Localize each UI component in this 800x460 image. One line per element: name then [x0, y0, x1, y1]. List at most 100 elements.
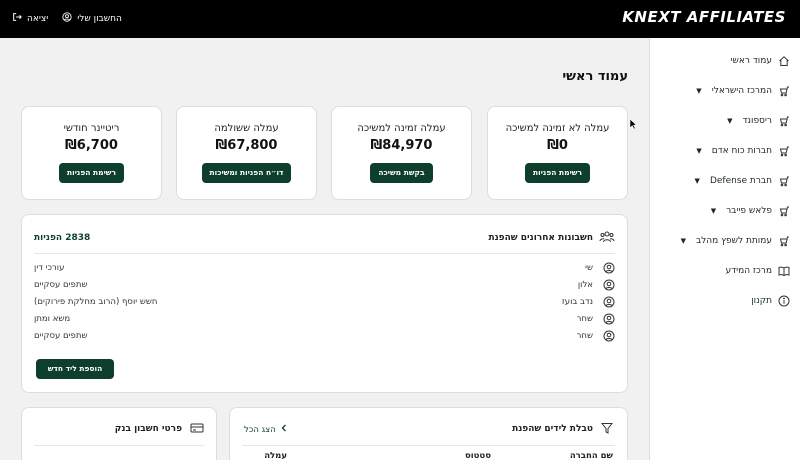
info-icon	[778, 295, 790, 307]
user-circle-icon	[62, 12, 72, 25]
stat-card-available: עמלה זמינה למשיכה ₪84,970 בקשת משיכה	[331, 106, 472, 200]
stat-card-unavailable: עמלה לא זמינה למשיכה ₪0 רשימת הפניות	[487, 106, 628, 200]
sidebar-item[interactable]: מרכז המידע	[650, 256, 800, 286]
stat-value: ₪0	[547, 138, 568, 153]
stat-label: עמלה ששולמה	[214, 123, 279, 134]
caret-down-icon: ▼	[727, 117, 733, 125]
account-row[interactable]: נדב בועז חשש יוסף (הרוב מחלקת פירוקים)	[34, 294, 615, 311]
leads-table-title: טבלת לידים שהפנת	[512, 424, 593, 434]
stat-card-paid: עמלה ששולמה ₪67,800 דו״ח הפניות ומשיכות	[176, 106, 317, 200]
home-icon	[778, 55, 790, 67]
referrals-list-button[interactable]: רשימת הפניות	[525, 163, 590, 183]
column-header-company: שם החברה	[569, 451, 613, 460]
user-circle-icon	[603, 330, 615, 342]
cart-icon	[778, 235, 790, 247]
cart-icon	[778, 205, 790, 217]
caret-down-icon: ▼	[680, 237, 686, 245]
bank-details-title: פרטי חשבון בנק	[114, 424, 182, 434]
my-account-link[interactable]: החשבון שלי	[62, 12, 122, 25]
sidebar-item-label: עמותת לשפץ מהלב	[695, 236, 772, 246]
credit-card-icon	[190, 422, 204, 434]
sidebar-item[interactable]: עמותת לשפץ מהלב ▼	[650, 226, 800, 256]
book-icon	[778, 265, 790, 277]
stat-value: ₪84,970	[370, 138, 433, 153]
account-firm: שתפים עסקיים	[34, 280, 88, 290]
user-circle-icon	[603, 262, 615, 274]
recent-accounts-card: חשבונות אחרונים שהפנת 2838 הפניות שי עורכ…	[21, 214, 628, 393]
report-button[interactable]: דו״ח הפניות ומשיכות	[201, 163, 292, 183]
stat-label: ריטיינר חודשי	[63, 123, 120, 134]
account-row[interactable]: שי עורכי דין	[34, 260, 615, 277]
user-circle-icon	[603, 313, 615, 325]
sidebar-item[interactable]: ריספונד ▼	[650, 106, 800, 136]
caret-down-icon: ▼	[710, 207, 717, 215]
caret-down-icon: ▼	[694, 177, 700, 185]
account-firm: שתפים עסקיים	[34, 331, 88, 341]
chevron-left-icon	[280, 424, 288, 435]
top-bar: KNEXT AFFILIATES יציאה החשבון שלי	[0, 0, 800, 38]
sidebar-item-label: עמוד ראשי	[730, 56, 772, 66]
logout-link[interactable]: יציאה	[12, 12, 48, 25]
page-title: עמוד ראשי	[562, 69, 628, 84]
sidebar-item-label: המרכז הישראלי	[711, 86, 772, 96]
stat-card-retainer: ריטיינר חודשי ₪6,700 רשימת הפניות	[21, 106, 162, 200]
users-group-icon	[599, 230, 615, 244]
account-name: אלון	[577, 280, 593, 290]
filter-icon[interactable]	[600, 422, 614, 434]
my-account-label: החשבון שלי	[77, 13, 122, 24]
account-name: שחר	[576, 331, 593, 341]
sidebar: עמוד ראשי המרכז הישראלי ▼ ריספונד ▼ חברות כוח…	[649, 38, 800, 460]
user-circle-icon	[603, 279, 615, 291]
account-row[interactable]: אלון שתפים עסקיים	[34, 277, 615, 294]
recent-accounts-title: חשבונות אחרונים שהפנת	[488, 233, 593, 243]
cart-icon	[778, 145, 790, 157]
account-name: נדב בועז	[561, 297, 593, 307]
sidebar-item[interactable]: תקנון	[650, 286, 800, 316]
sidebar-item[interactable]: המרכז הישראלי ▼	[650, 76, 800, 106]
bank-details-card: פרטי חשבון בנק	[21, 407, 217, 460]
account-row[interactable]: שחר משא ומתן	[34, 311, 615, 328]
cart-icon	[778, 85, 790, 97]
stat-value: ₪6,700	[65, 138, 118, 153]
account-firm: עורכי דין	[34, 263, 65, 273]
sidebar-item-label: מרכז המידע	[725, 266, 772, 276]
show-all-label: הצג הכל	[244, 424, 276, 435]
cart-icon	[778, 115, 790, 127]
logo: KNEXT AFFILIATES	[622, 8, 786, 26]
sidebar-item[interactable]: עמוד ראשי	[650, 46, 800, 76]
caret-down-icon: ▼	[696, 147, 702, 155]
sidebar-item-label: חברות כוח אדם	[711, 146, 772, 156]
add-lead-button[interactable]: הוספת ליד חדש	[36, 359, 114, 379]
mouse-cursor-icon	[629, 118, 637, 130]
top-links: יציאה החשבון שלי	[12, 12, 122, 25]
stat-label: עמלה לא זמינה למשיכה	[505, 123, 610, 134]
cart-icon	[778, 175, 790, 187]
leads-table-card: טבלת לידים שהפנת הצג הכל שם החברה סטטוס …	[229, 407, 628, 460]
divider	[34, 253, 615, 254]
sidebar-item[interactable]: חברות כוח אדם ▼	[650, 136, 800, 166]
sidebar-item-label: חברת Defense	[709, 176, 772, 186]
logout-label: יציאה	[27, 13, 49, 24]
logout-icon	[12, 12, 22, 25]
referrals-list-button[interactable]: רשימת הפניות	[59, 163, 124, 183]
account-firm: חשש יוסף (הרוב מחלקת פירוקים)	[34, 297, 158, 307]
account-firm: משא ומתן	[34, 314, 71, 324]
divider	[242, 445, 615, 446]
referral-count: 2838 הפניות	[34, 233, 91, 243]
stat-label: עמלה זמינה למשיכה	[357, 123, 446, 134]
stat-value: ₪67,800	[215, 138, 278, 153]
account-name: שי	[585, 263, 593, 273]
sidebar-item-label: תקנון	[751, 296, 772, 306]
user-circle-icon	[603, 296, 615, 308]
account-name: שחר	[576, 314, 593, 324]
sidebar-item-label: פלאש פייבר	[726, 206, 772, 216]
caret-down-icon: ▼	[696, 87, 702, 95]
account-row[interactable]: שחר שתפים עסקיים	[34, 328, 615, 345]
withdraw-request-button[interactable]: בקשת משיכה	[370, 163, 433, 183]
sidebar-item[interactable]: חברת Defense ▼	[650, 166, 800, 196]
sidebar-item[interactable]: פלאש פייבר ▼	[650, 196, 800, 226]
divider	[34, 445, 204, 446]
show-all-link[interactable]: הצג הכל	[244, 424, 288, 435]
column-header-status: סטטוס	[464, 451, 491, 460]
sidebar-item-label: ריספונד	[742, 116, 772, 126]
